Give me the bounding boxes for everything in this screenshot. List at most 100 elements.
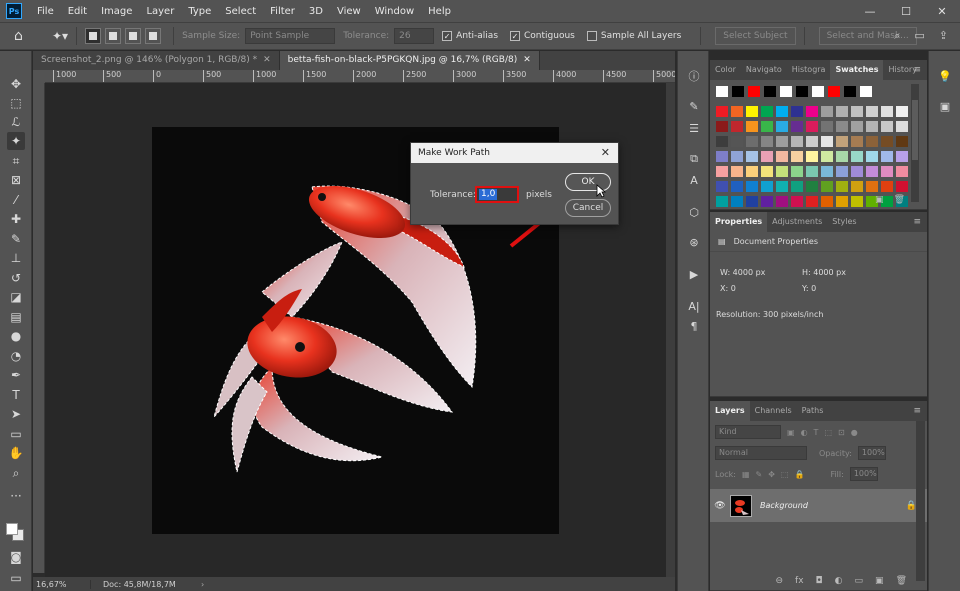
home-icon[interactable]: ⌂ bbox=[14, 28, 34, 44]
swatch[interactable] bbox=[881, 106, 893, 117]
swatch[interactable] bbox=[748, 86, 760, 97]
swatch[interactable] bbox=[851, 151, 863, 162]
tab-navigator[interactable]: Navigato bbox=[741, 60, 787, 80]
swatch[interactable] bbox=[731, 196, 743, 207]
panel-menu-icon[interactable]: ≡ bbox=[913, 60, 921, 80]
swatch[interactable] bbox=[896, 181, 908, 192]
swatch[interactable] bbox=[731, 151, 743, 162]
swatch[interactable] bbox=[761, 196, 773, 207]
tab-screenshot[interactable]: Screenshot_2.png @ 146% (Polygon 1, RGB/… bbox=[33, 51, 280, 70]
swatch[interactable] bbox=[776, 181, 788, 192]
swatch[interactable] bbox=[821, 196, 833, 207]
y-value[interactable]: Y: 0 bbox=[802, 284, 816, 293]
filter-toggle-icon[interactable]: ● bbox=[851, 428, 858, 437]
zoom-tool-icon[interactable]: ⌕ bbox=[7, 464, 25, 482]
swatch[interactable] bbox=[716, 181, 728, 192]
hand-tool-icon[interactable]: ✋ bbox=[7, 444, 25, 462]
swatch[interactable] bbox=[731, 121, 743, 132]
filter-adjustment-icon[interactable]: ◐ bbox=[801, 428, 808, 437]
opacity-input[interactable]: 100% bbox=[857, 446, 886, 460]
gradient-tool-icon[interactable]: ▤ bbox=[7, 308, 25, 326]
swatch[interactable] bbox=[896, 151, 908, 162]
clone-stamp-tool-icon[interactable]: ⊥ bbox=[7, 249, 25, 267]
character-styles-icon[interactable]: A| bbox=[686, 299, 702, 315]
contiguous-checkbox[interactable]: ✓ bbox=[510, 31, 521, 41]
swatch[interactable] bbox=[806, 151, 818, 162]
lock-artboard-icon[interactable]: ⬚ bbox=[781, 470, 789, 479]
swatch[interactable] bbox=[716, 196, 728, 207]
path-selection-tool-icon[interactable]: ➤ bbox=[7, 405, 25, 423]
sample-all-layers-checkbox[interactable] bbox=[586, 31, 597, 41]
swatch[interactable] bbox=[821, 121, 833, 132]
swatch[interactable] bbox=[732, 86, 744, 97]
layer-style-icon[interactable]: fx bbox=[795, 576, 804, 586]
swatch[interactable] bbox=[866, 106, 878, 117]
swatch[interactable] bbox=[746, 181, 758, 192]
paragraph-icon[interactable]: ¶ bbox=[686, 319, 702, 335]
zoom-level[interactable]: 16,67% bbox=[33, 579, 91, 589]
swatch[interactable] bbox=[821, 106, 833, 117]
marquee-tool-icon[interactable]: ⬚ bbox=[7, 94, 25, 112]
swatch[interactable] bbox=[806, 106, 818, 117]
swatch[interactable] bbox=[860, 86, 872, 97]
menu-layer[interactable]: Layer bbox=[139, 6, 181, 17]
tab-histogram[interactable]: Histogra bbox=[787, 60, 831, 80]
swatch[interactable] bbox=[851, 166, 863, 177]
swatch[interactable] bbox=[844, 86, 856, 97]
swatch[interactable] bbox=[776, 166, 788, 177]
height-value[interactable]: H: 4000 px bbox=[802, 268, 846, 277]
swatch[interactable] bbox=[731, 166, 743, 177]
swatch[interactable] bbox=[776, 151, 788, 162]
healing-brush-tool-icon[interactable]: ✚ bbox=[7, 210, 25, 228]
close-window-button[interactable]: ✕ bbox=[924, 0, 960, 22]
swatch[interactable] bbox=[791, 136, 803, 147]
properties-icon[interactable]: ⊛ bbox=[686, 235, 702, 251]
swatch[interactable] bbox=[836, 136, 848, 147]
layer-name[interactable]: Background bbox=[760, 501, 808, 510]
swatch[interactable] bbox=[791, 121, 803, 132]
swatch[interactable] bbox=[851, 136, 863, 147]
swatch[interactable] bbox=[896, 166, 908, 177]
swatch[interactable] bbox=[716, 166, 728, 177]
swatch[interactable] bbox=[761, 151, 773, 162]
swatch[interactable] bbox=[731, 136, 743, 147]
layer-kind-filter[interactable]: Kind bbox=[715, 425, 781, 439]
menu-edit[interactable]: Edit bbox=[61, 6, 94, 17]
swatch[interactable] bbox=[806, 181, 818, 192]
anti-alias-checkbox[interactable]: ✓ bbox=[442, 31, 453, 41]
swatch[interactable] bbox=[806, 196, 818, 207]
search-icon[interactable]: ⌕ bbox=[894, 29, 900, 43]
crop-tool-icon[interactable]: ⌗ bbox=[7, 152, 25, 170]
blur-tool-icon[interactable]: ● bbox=[7, 327, 25, 345]
new-selection-mode-icon[interactable] bbox=[85, 28, 102, 44]
tab-channels[interactable]: Channels bbox=[750, 401, 797, 421]
workspace-icon[interactable]: ▭ bbox=[914, 29, 924, 43]
magic-wand-tool-icon[interactable]: ✦ bbox=[7, 132, 25, 150]
tab-betta-fish[interactable]: betta-fish-on-black-P5PGKQN.jpg @ 16,7% … bbox=[279, 51, 540, 70]
swatch[interactable] bbox=[821, 136, 833, 147]
swatch[interactable] bbox=[716, 151, 728, 162]
swatch[interactable] bbox=[806, 136, 818, 147]
menu-image[interactable]: Image bbox=[94, 6, 139, 17]
swatch[interactable] bbox=[731, 106, 743, 117]
lock-transparent-icon[interactable]: ▦ bbox=[742, 470, 750, 479]
menu-type[interactable]: Type bbox=[181, 6, 218, 17]
close-icon[interactable]: ✕ bbox=[601, 143, 610, 163]
menu-help[interactable]: Help bbox=[421, 6, 458, 17]
swatch[interactable] bbox=[746, 196, 758, 207]
swatch[interactable] bbox=[866, 181, 878, 192]
swatch[interactable] bbox=[836, 181, 848, 192]
swatch[interactable] bbox=[851, 181, 863, 192]
dodge-tool-icon[interactable]: ◔ bbox=[7, 347, 25, 365]
swatch[interactable] bbox=[866, 136, 878, 147]
tolerance-input[interactable]: 26 bbox=[394, 28, 435, 44]
width-value[interactable]: W: 4000 px bbox=[720, 268, 765, 277]
swatch[interactable] bbox=[761, 121, 773, 132]
select-subject-button[interactable]: Select Subject bbox=[715, 27, 796, 45]
add-mask-icon[interactable]: ◘ bbox=[816, 576, 823, 586]
close-icon[interactable]: ✕ bbox=[263, 51, 271, 70]
swatch[interactable] bbox=[761, 106, 773, 117]
swatch[interactable] bbox=[791, 196, 803, 207]
tab-layers[interactable]: Layers bbox=[710, 401, 750, 421]
menu-select[interactable]: Select bbox=[218, 6, 263, 17]
